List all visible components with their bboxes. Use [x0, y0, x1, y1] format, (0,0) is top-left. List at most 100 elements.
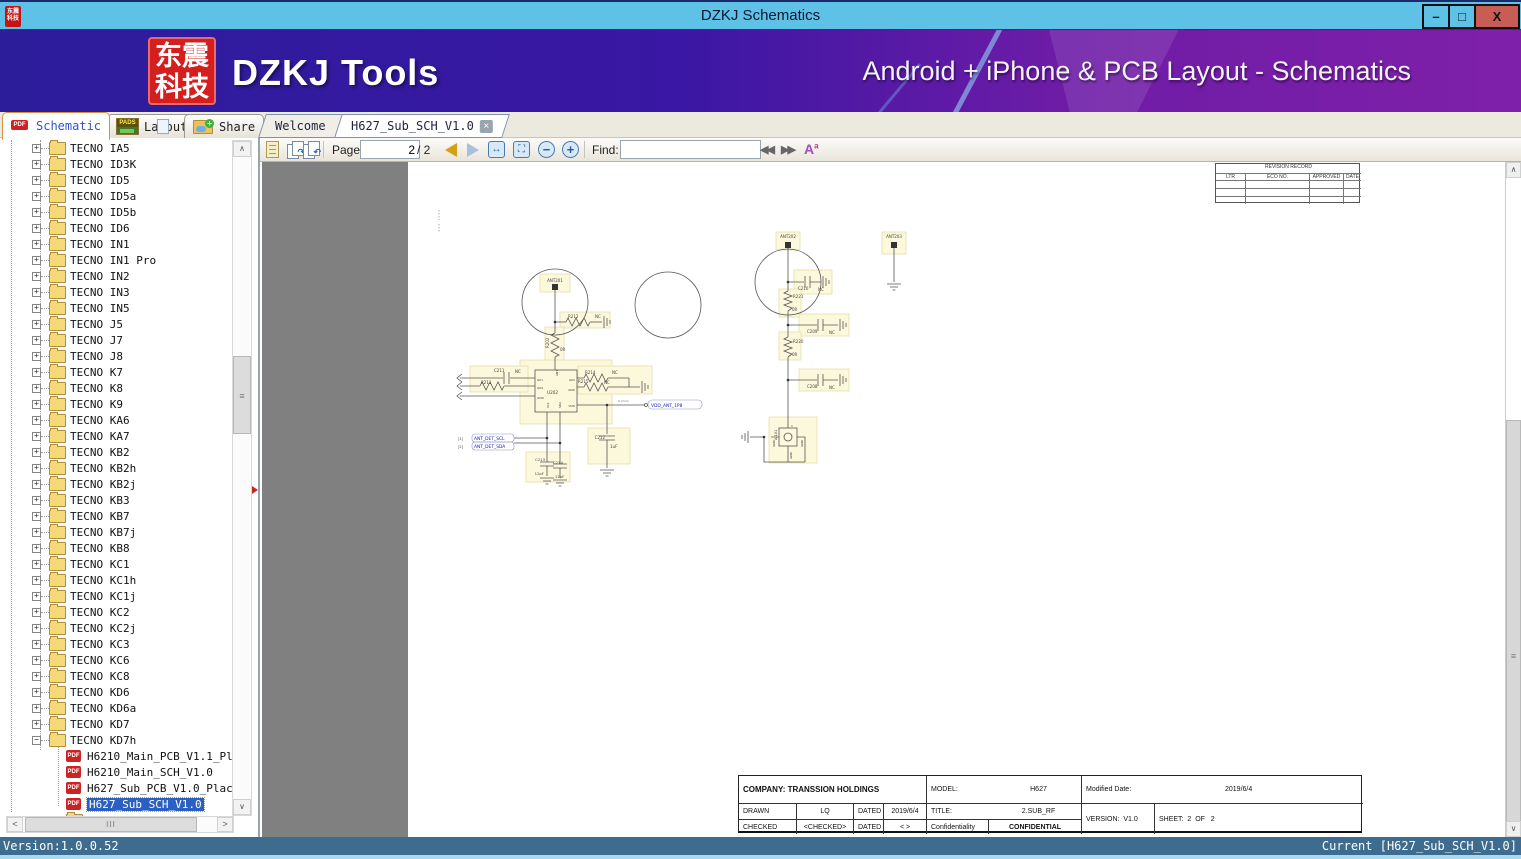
tree-hscrollbar-thumb[interactable]: III — [25, 817, 197, 832]
tree-folder-item[interactable]: + TECNO K8 — [0, 379, 232, 396]
rotate-page-left-icon[interactable]: ↶ — [303, 141, 321, 159]
expand-icon[interactable]: + — [32, 287, 41, 297]
close-button[interactable]: X — [1474, 4, 1520, 29]
expand-icon[interactable]: + — [32, 575, 41, 585]
expand-icon[interactable]: + — [32, 383, 41, 393]
tree-folder-item[interactable]: + TECNO K7 — [0, 363, 232, 380]
tree-folder-item[interactable]: + TECNO J5 — [0, 315, 232, 332]
tree-folder-item[interactable]: + TECNO KD6 — [0, 683, 232, 700]
expand-icon[interactable]: + — [32, 319, 41, 329]
tree-folder-item[interactable]: + TECNO KB7j — [0, 523, 232, 540]
tab-share[interactable]: + Share — [184, 114, 265, 138]
tree-folder-item[interactable]: + TECNO KB3 — [0, 491, 232, 508]
tree-folder-item[interactable]: + TECNO KD6a — [0, 699, 232, 716]
expand-icon[interactable]: + — [32, 447, 41, 457]
expand-icon[interactable]: + — [32, 223, 41, 233]
zoom-in-icon[interactable]: + — [562, 141, 579, 158]
tree-folder-item[interactable]: + TECNO KB2h — [0, 459, 232, 476]
snapshot-icon[interactable] — [266, 141, 279, 158]
expand-icon[interactable]: + — [32, 255, 41, 265]
tree-folder-item[interactable]: + TECNO KA7 — [0, 427, 232, 444]
tree-folder-item[interactable]: + TECNO KB2 — [0, 443, 232, 460]
expand-icon[interactable]: + — [32, 703, 41, 713]
doc-tab-welcome[interactable]: Welcome — [258, 114, 343, 138]
expand-icon[interactable]: + — [32, 367, 41, 377]
tree-folder-item[interactable]: + TECNO IA5 — [0, 140, 232, 156]
tree-folder-item[interactable]: + TECNO IN2 — [0, 267, 232, 284]
tree-folder-item[interactable]: + TECNO KC2 — [0, 603, 232, 620]
main-vertical-scrollbar[interactable]: ∧ ≡ ∨ — [1505, 162, 1521, 837]
expand-icon[interactable]: + — [32, 351, 41, 361]
pdf-viewport[interactable]: ANT201 R212 NC R202 0R C211 NC R211 R214 NC R215 NC… — [262, 162, 1521, 837]
expand-icon[interactable]: + — [32, 479, 41, 489]
zoom-out-icon[interactable]: − — [538, 141, 555, 158]
expand-icon[interactable]: + — [32, 607, 41, 617]
tree-scrollbar-thumb[interactable]: ≡ — [233, 356, 251, 434]
expand-icon[interactable]: + — [32, 415, 41, 425]
tree-folder-item[interactable]: + TECNO KC3 — [0, 635, 232, 652]
expand-icon[interactable]: + — [32, 655, 41, 665]
expand-icon[interactable]: + — [32, 527, 41, 537]
minimize-button[interactable]: – — [1422, 4, 1450, 29]
expand-icon[interactable]: + — [32, 431, 41, 441]
tree-folder-item[interactable]: + TECNO ID5 — [0, 171, 232, 188]
tab-layout[interactable]: PADS Layout — [107, 114, 197, 138]
tree-folder-item[interactable]: + TECNO KC2j — [0, 619, 232, 636]
tree-folder-item[interactable]: + TECNO J8 — [0, 347, 232, 364]
expand-icon[interactable]: + — [32, 543, 41, 553]
expand-icon[interactable]: + — [32, 271, 41, 281]
tree-folder-item[interactable]: + TECNO IN1 — [0, 235, 232, 252]
main-scrollbar-thumb[interactable]: ≡ — [1506, 420, 1521, 825]
page-number-input[interactable] — [360, 140, 420, 159]
find-next-icon[interactable]: ▶▶ — [781, 143, 796, 156]
scroll-right-icon[interactable]: > — [217, 817, 233, 832]
doc-tab-h627-sub-sch[interactable]: H627_Sub_SCH_V1.0 × — [334, 114, 510, 138]
tree-horizontal-scrollbar[interactable]: < III > — [6, 816, 234, 833]
maximize-button[interactable]: □ — [1448, 4, 1476, 29]
fit-page-icon[interactable]: ⛶ — [513, 141, 530, 158]
tree-folder-item[interactable]: + TECNO J7 — [0, 331, 232, 348]
tree-file-item[interactable]: PDF H6210_Main_SCH_V1.0 — [0, 764, 232, 780]
expand-icon[interactable]: + — [32, 207, 41, 217]
expand-icon[interactable]: + — [32, 463, 41, 473]
tree-folder-item[interactable]: + TECNO ID6 — [0, 219, 232, 236]
sidebar-collapse-icon[interactable] — [252, 486, 258, 494]
expand-icon[interactable]: + — [32, 159, 41, 169]
find-previous-icon[interactable]: ◀◀ — [760, 143, 775, 156]
tree-file-item[interactable]: PDF H627_Sub_SCH_V1.0 — [0, 796, 232, 812]
tree-folder-item[interactable]: + TECNO ID3K — [0, 155, 232, 172]
find-input[interactable] — [620, 140, 761, 159]
tree-folder-item[interactable]: + TECNO ID5a — [0, 187, 232, 204]
tree-folder-item[interactable]: + TECNO KB8 — [0, 539, 232, 556]
tree-folder-item[interactable]: + TECNO IN5 — [0, 299, 232, 316]
tree-vertical-scrollbar[interactable]: ∧ ≡ ∨ — [232, 140, 252, 816]
scroll-left-icon[interactable]: < — [7, 817, 23, 832]
expand-icon[interactable]: + — [32, 591, 41, 601]
tree-folder-item[interactable]: + TECNO IN1 Pro — [0, 251, 232, 268]
expand-icon[interactable]: + — [32, 671, 41, 681]
expand-icon[interactable]: + — [32, 639, 41, 649]
tree-file-item[interactable]: PDFH6210_Main_PCB_V1.1_Place — [0, 748, 232, 764]
expand-icon[interactable]: + — [32, 623, 41, 633]
scroll-down-icon[interactable]: ∨ — [233, 799, 251, 815]
scroll-down-icon[interactable]: ∨ — [1506, 821, 1521, 837]
expand-icon[interactable]: + — [32, 143, 41, 153]
collapse-icon[interactable]: − — [32, 735, 41, 745]
tree-folder-item[interactable]: − TECNO KD7h — [0, 731, 232, 748]
tab-close-icon[interactable]: × — [479, 119, 493, 133]
expand-icon[interactable]: + — [32, 495, 41, 505]
expand-icon[interactable]: + — [32, 687, 41, 697]
expand-icon[interactable]: + — [32, 175, 41, 185]
tree-folder-item[interactable]: + TECNO ID5b — [0, 203, 232, 220]
expand-icon[interactable]: + — [32, 511, 41, 521]
expand-icon[interactable]: + — [32, 559, 41, 569]
tab-schematic[interactable]: PDF Schematic — [2, 112, 169, 140]
tree-folder-item[interactable]: + TECNO KC1h — [0, 571, 232, 588]
tree-folder-item[interactable]: + TECNO KC6 — [0, 651, 232, 668]
fit-width-icon[interactable]: ↔ — [488, 141, 505, 158]
expand-icon[interactable]: + — [32, 239, 41, 249]
tree-folder-item[interactable]: + TECNO KD7 — [0, 715, 232, 732]
expand-icon[interactable]: + — [32, 335, 41, 345]
tree-folder-item[interactable]: + TECNO KC1 — [0, 555, 232, 572]
expand-icon[interactable]: + — [32, 399, 41, 409]
